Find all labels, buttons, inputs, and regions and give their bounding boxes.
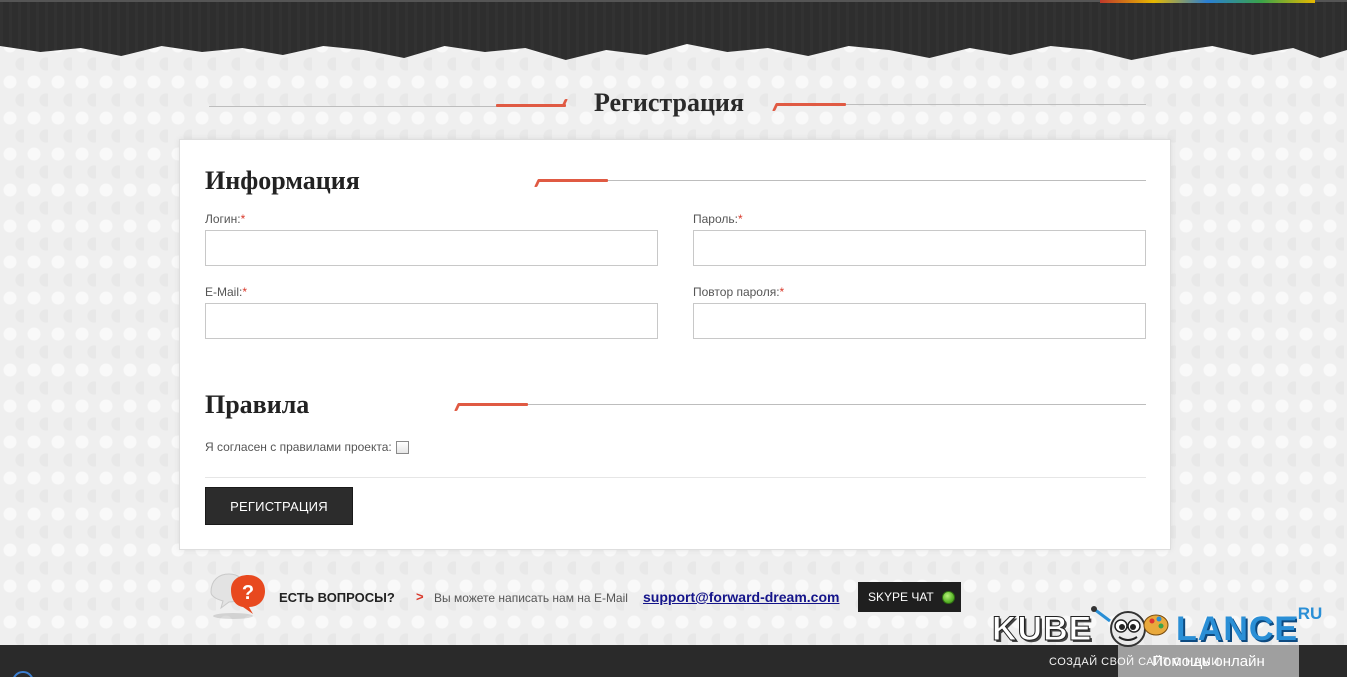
- password-repeat-label-text: Повтор пароля:: [693, 285, 780, 299]
- rules-section-accent-tick: [454, 403, 461, 411]
- required-mark: *: [240, 212, 246, 226]
- title-accent-right-tick: [772, 103, 779, 111]
- login-label-text: Логин:: [205, 212, 241, 226]
- password-input[interactable]: [693, 230, 1146, 266]
- header-torn-band: [0, 0, 1347, 60]
- agree-label: Я согласен с правилами проекта:: [205, 440, 392, 454]
- info-section-title: Информация: [205, 166, 360, 195]
- agree-row[interactable]: Я согласен с правилами проекта:: [205, 440, 409, 454]
- registration-card: Информация Логин:* Пароль:* E-Mail:* Пов…: [179, 139, 1171, 550]
- skype-chat-button[interactable]: SKYPE ЧАТ: [858, 582, 961, 612]
- login-label: Логин:*: [205, 212, 245, 226]
- email-label: E-Mail:*: [205, 285, 247, 299]
- skype-chat-label: SKYPE ЧАТ: [868, 590, 934, 604]
- help-text: Вы можете написать нам на E-Mail: [434, 591, 628, 605]
- rules-section-accent: [458, 403, 528, 406]
- question-bubble-icon: ?: [210, 573, 265, 619]
- title-accent-left-tick: [561, 99, 568, 107]
- info-section-accent: [538, 179, 608, 182]
- info-section-accent-tick: [534, 179, 541, 187]
- title-accent-right: [776, 103, 846, 106]
- email-input[interactable]: [205, 303, 658, 339]
- password-repeat-input[interactable]: [693, 303, 1146, 339]
- help-arrow: >: [416, 589, 424, 604]
- mascot-icon: [1091, 606, 1169, 647]
- rules-section-title: Правила: [205, 390, 310, 419]
- agree-checkbox[interactable]: [395, 440, 409, 454]
- svg-text:?: ?: [242, 582, 254, 604]
- required-mark: *: [737, 212, 743, 226]
- page-title: Регистрация: [594, 88, 744, 117]
- password-repeat-label: Повтор пароля:*: [693, 285, 784, 299]
- login-input[interactable]: [205, 230, 658, 266]
- online-status-icon: [941, 590, 955, 604]
- watermark-ru: .RU: [1293, 604, 1323, 623]
- header-color-strip: [1100, 0, 1315, 3]
- title-accent-left: [496, 104, 566, 107]
- watermark-tagline: СОЗДАЙ СВОЙ САЙТ С НАМИ: [1049, 656, 1220, 668]
- watermark-kube: KUBE: [991, 610, 1093, 649]
- info-section-line: [608, 180, 1146, 181]
- form-divider: [205, 477, 1146, 478]
- rules-section-line: [528, 404, 1146, 405]
- title-line-right: [846, 104, 1146, 105]
- help-question: ЕСТЬ ВОПРОСЫ?: [279, 590, 395, 605]
- email-label-text: E-Mail:: [205, 285, 243, 299]
- support-email-link[interactable]: support@forward-dream.com: [643, 589, 839, 605]
- password-label: Пароль:*: [693, 212, 743, 226]
- watermark-lance: LANCE: [1176, 610, 1299, 648]
- password-label-text: Пароль:: [693, 212, 738, 226]
- required-mark: *: [779, 285, 785, 299]
- title-line-left: [209, 106, 499, 107]
- register-button[interactable]: РЕГИСТРАЦИЯ: [205, 487, 353, 525]
- required-mark: *: [242, 285, 248, 299]
